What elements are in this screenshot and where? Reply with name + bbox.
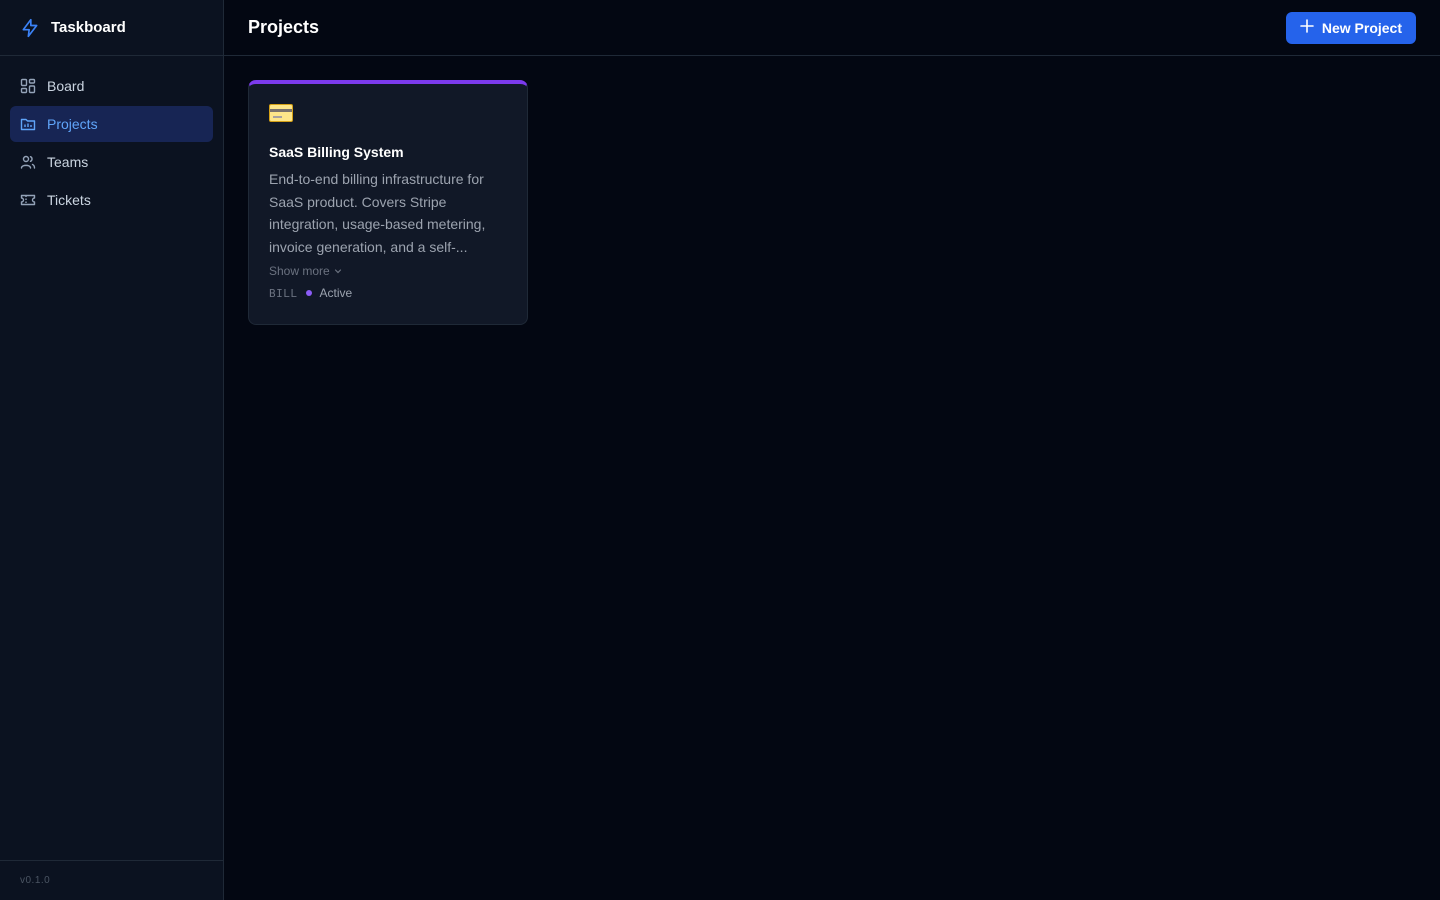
- project-meta: BILL Active: [269, 286, 507, 300]
- users-icon: [20, 154, 36, 170]
- show-more-toggle[interactable]: Show more: [269, 264, 507, 278]
- sidebar-nav: Board Projects Teams Tickets: [0, 56, 223, 860]
- show-more-label: Show more: [269, 264, 330, 278]
- topbar: Projects New Project: [224, 0, 1440, 56]
- sidebar-item-label: Tickets: [47, 192, 91, 208]
- sidebar-item-board[interactable]: Board: [10, 68, 213, 104]
- projects-grid: SaaS Billing System End-to-end billing i…: [224, 56, 1440, 349]
- chevron-down-icon: [334, 264, 342, 278]
- status-badge: Active: [319, 286, 353, 300]
- sidebar: Taskboard Board Projects Teams Tickets v…: [0, 0, 224, 900]
- version-label: v0.1.0: [0, 860, 223, 900]
- sidebar-item-label: Teams: [47, 154, 89, 170]
- app-name: Taskboard: [51, 19, 126, 36]
- sidebar-item-tickets[interactable]: Tickets: [10, 182, 213, 218]
- sidebar-item-projects[interactable]: Projects: [10, 106, 213, 142]
- new-project-label: New Project: [1321, 19, 1402, 36]
- status-dot: [305, 290, 312, 296]
- grid-icon: [20, 78, 36, 94]
- main-area: Projects New Project SaaS Billing System…: [224, 0, 1440, 900]
- sidebar-item-teams[interactable]: Teams: [10, 144, 213, 180]
- page-title: Projects: [248, 17, 320, 37]
- new-project-button[interactable]: New Project: [1285, 11, 1416, 44]
- project-title: SaaS Billing System: [269, 144, 404, 160]
- sidebar-item-label: Board: [47, 78, 85, 94]
- project-card[interactable]: SaaS Billing System End-to-end billing i…: [248, 80, 528, 325]
- ticket-icon: [20, 192, 36, 208]
- sidebar-item-label: Projects: [47, 116, 98, 132]
- plus-icon: [1300, 18, 1314, 36]
- project-description: End-to-end billing infrastructure for Sa…: [269, 171, 486, 255]
- lightning-icon: [20, 18, 40, 38]
- brand[interactable]: Taskboard: [0, 0, 223, 56]
- folder-icon: [20, 116, 36, 132]
- credit-card-icon: [269, 104, 293, 122]
- app-root: Taskboard Board Projects Teams Tickets v…: [0, 0, 1440, 900]
- project-key: BILL: [269, 286, 298, 300]
